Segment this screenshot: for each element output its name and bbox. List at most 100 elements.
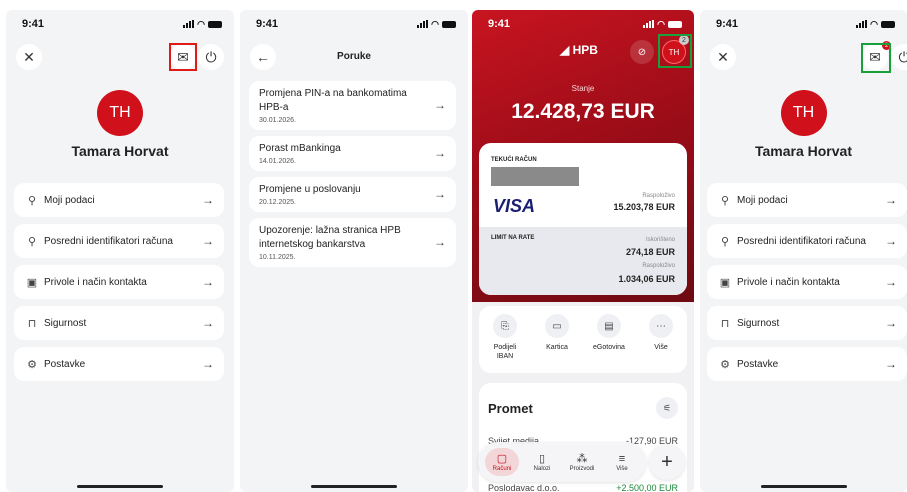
tab-proizvodi[interactable]: ⁂ Proizvodi (565, 452, 599, 472)
profile-screen: 9:41 ◠ ✕ ✉ ⏻ TH Tamara Horvat ⚲ Moji poda… (6, 10, 234, 492)
highlight-box (861, 43, 891, 73)
hide-balance-button[interactable]: ⊘ (630, 40, 654, 64)
user-name: Tamara Horvat (754, 143, 852, 159)
eye-off-icon: ⊘ (637, 46, 647, 58)
tab-bar: ▢ Računi ▯ Nalozi ⁂ Proizvodi ≡ Više (478, 442, 646, 482)
menu-item-posredni[interactable]: ⚲ Posredni identifikatori računa → (707, 224, 907, 258)
action-label: eGotovina (593, 344, 625, 351)
menu-item-label: Sigurnost (737, 317, 780, 329)
menu-item-label: Posredni identifikatori računa (44, 235, 173, 247)
status-time: 9:41 (22, 18, 45, 30)
list-item[interactable]: Promjena PIN-a na bankomatima HPB-a 30.01… (249, 81, 456, 130)
signal-icon (643, 20, 655, 28)
quick-actions: ⎘ Podijeli IBAN ▭ Kartica ▤ eGotovina ⋯ Više (479, 306, 687, 373)
message-date: 14.01.2026. (259, 158, 296, 165)
arrow-right-icon: → (434, 186, 446, 201)
menu-item-privole[interactable]: ▣ Privole i način kontakta → (707, 265, 907, 299)
account-label: TEKUĆI RAČUN (491, 157, 537, 163)
person-icon: ⚲ (27, 194, 37, 207)
logout-button[interactable]: ⏻ (198, 44, 224, 70)
close-button[interactable]: ✕ (16, 44, 42, 70)
wifi-icon: ◠ (197, 18, 205, 29)
message-list: Promjena PIN-a na bankomatima HPB-a 30.01… (249, 81, 456, 273)
menu-item-label: Posredni identifikatori računa (737, 235, 866, 247)
menu-item-sigurnost[interactable]: ⊓ Sigurnost → (14, 306, 224, 340)
balance-value: 12.428,73 EUR (511, 100, 655, 123)
available-label: Raspoloživo (642, 193, 675, 199)
transactions-title: Promet (488, 401, 533, 416)
home-indicator (760, 485, 847, 488)
menu-item-posredni[interactable]: ⚲ Posredni identifikatori računa → (14, 224, 224, 258)
close-button[interactable]: ✕ (710, 44, 736, 70)
cash-icon: ▤ (597, 314, 621, 338)
menu-item-label: Privole i način kontakta (737, 276, 840, 288)
arrow-right-icon: → (202, 316, 214, 330)
menu-item-postavke[interactable]: ⚙ Postavke → (707, 347, 907, 381)
battery-icon (668, 20, 682, 28)
menu-item-moji-podaci[interactable]: ⚲ Moji podaci → (707, 183, 907, 217)
action-label: Podijeli IBAN (493, 344, 517, 360)
action-more[interactable]: ⋯ Više (641, 314, 681, 373)
share-icon: ⎘ (493, 314, 517, 338)
arrow-right-icon: → (202, 275, 214, 289)
transaction-amount: +2.500,00 EUR (616, 483, 678, 492)
action-share-iban[interactable]: ⎘ Podijeli IBAN (485, 314, 525, 373)
message-title: Upozorenje: lažna stranica HPB internets… (259, 225, 401, 250)
tab-nalozi[interactable]: ▯ Nalozi (525, 452, 559, 472)
action-card[interactable]: ▭ Kartica (537, 314, 577, 373)
status-time: 9:41 (256, 18, 279, 30)
tab-vise[interactable]: ≡ Više (605, 453, 639, 472)
wifi-icon: ◠ (657, 18, 665, 29)
orders-icon: ▯ (538, 453, 546, 465)
arrow-right-icon: → (885, 275, 897, 289)
balance-label: Stanje (571, 84, 595, 93)
home-indicator (77, 485, 163, 488)
used-value: 274,18 EUR (625, 247, 675, 257)
arrow-right-icon: → (202, 234, 214, 248)
battery-icon (881, 20, 895, 28)
menu-item-moji-podaci[interactable]: ⚲ Moji podaci → (14, 183, 224, 217)
message-date: 10.11.2025. (259, 254, 296, 261)
menu-item-privole[interactable]: ▣ Privole i način kontakta → (14, 265, 224, 299)
messages-screen: 9:41 ◠ ← Poruke Promjena PIN-a na bankom… (240, 10, 468, 492)
menu-item-sigurnost[interactable]: ⊓ Sigurnost → (707, 306, 907, 340)
account-card[interactable]: TEKUĆI RAČUN VISA Raspoloživo 15.203,78 … (479, 143, 687, 295)
limit-available-label: Raspoloživo (642, 263, 675, 269)
message-title: Promjene u poslovanju (259, 184, 361, 195)
highlight-box (169, 43, 197, 71)
list-item[interactable]: Promjene u poslovanju 20.12.2025. → (249, 177, 456, 212)
tab-label: Proizvodi (569, 466, 595, 472)
menu-item-label: Postavke (44, 358, 86, 370)
menu-item-postavke[interactable]: ⚙ Postavke → (14, 347, 224, 381)
logout-button[interactable]: ⏻ (891, 44, 907, 70)
arrow-right-icon: → (434, 234, 446, 249)
arrow-right-icon: → (434, 145, 446, 160)
filter-icon: ⚟ (662, 402, 672, 413)
id-icon: ⚲ (720, 235, 730, 248)
filter-button[interactable]: ⚟ (656, 397, 678, 419)
consent-icon: ▣ (719, 276, 731, 289)
message-date: 30.01.2026. (259, 117, 296, 124)
arrow-right-icon: → (885, 234, 897, 248)
close-icon: ✕ (23, 48, 35, 65)
transaction-row[interactable]: Poslodavac d.o.o. +2.500,00 EUR (488, 483, 678, 492)
avatar: TH (780, 90, 827, 136)
arrow-right-icon: → (885, 357, 897, 371)
profile-menu: ⚲ Moji podaci → ⚲ Posredni identifikatori r… (707, 183, 907, 388)
status-time: 9:41 (488, 18, 511, 30)
profile-menu: ⚲ Moji podaci → ⚲ Posredni identifikatori r… (14, 183, 224, 388)
message-title: Porast mBankinga (259, 143, 341, 154)
menu-item-label: Moji podaci (44, 194, 95, 206)
limit-available-value: 1.034,06 EUR (618, 274, 675, 284)
list-item[interactable]: Upozorenje: lažna stranica HPB internets… (249, 218, 456, 267)
gear-icon: ⚙ (720, 358, 730, 371)
avatar: TH (97, 90, 143, 136)
brand-name: HPB (572, 43, 598, 57)
tab-racuni[interactable]: ▢ Računi (485, 448, 519, 476)
message-date: 20.12.2025. (259, 199, 296, 206)
battery-icon (208, 20, 222, 28)
action-egotovina[interactable]: ▤ eGotovina (589, 314, 629, 373)
add-button[interactable]: + (649, 444, 685, 480)
list-item[interactable]: Porast mBankinga 14.01.2026. → (249, 136, 456, 171)
power-icon: ⏻ (205, 48, 217, 65)
